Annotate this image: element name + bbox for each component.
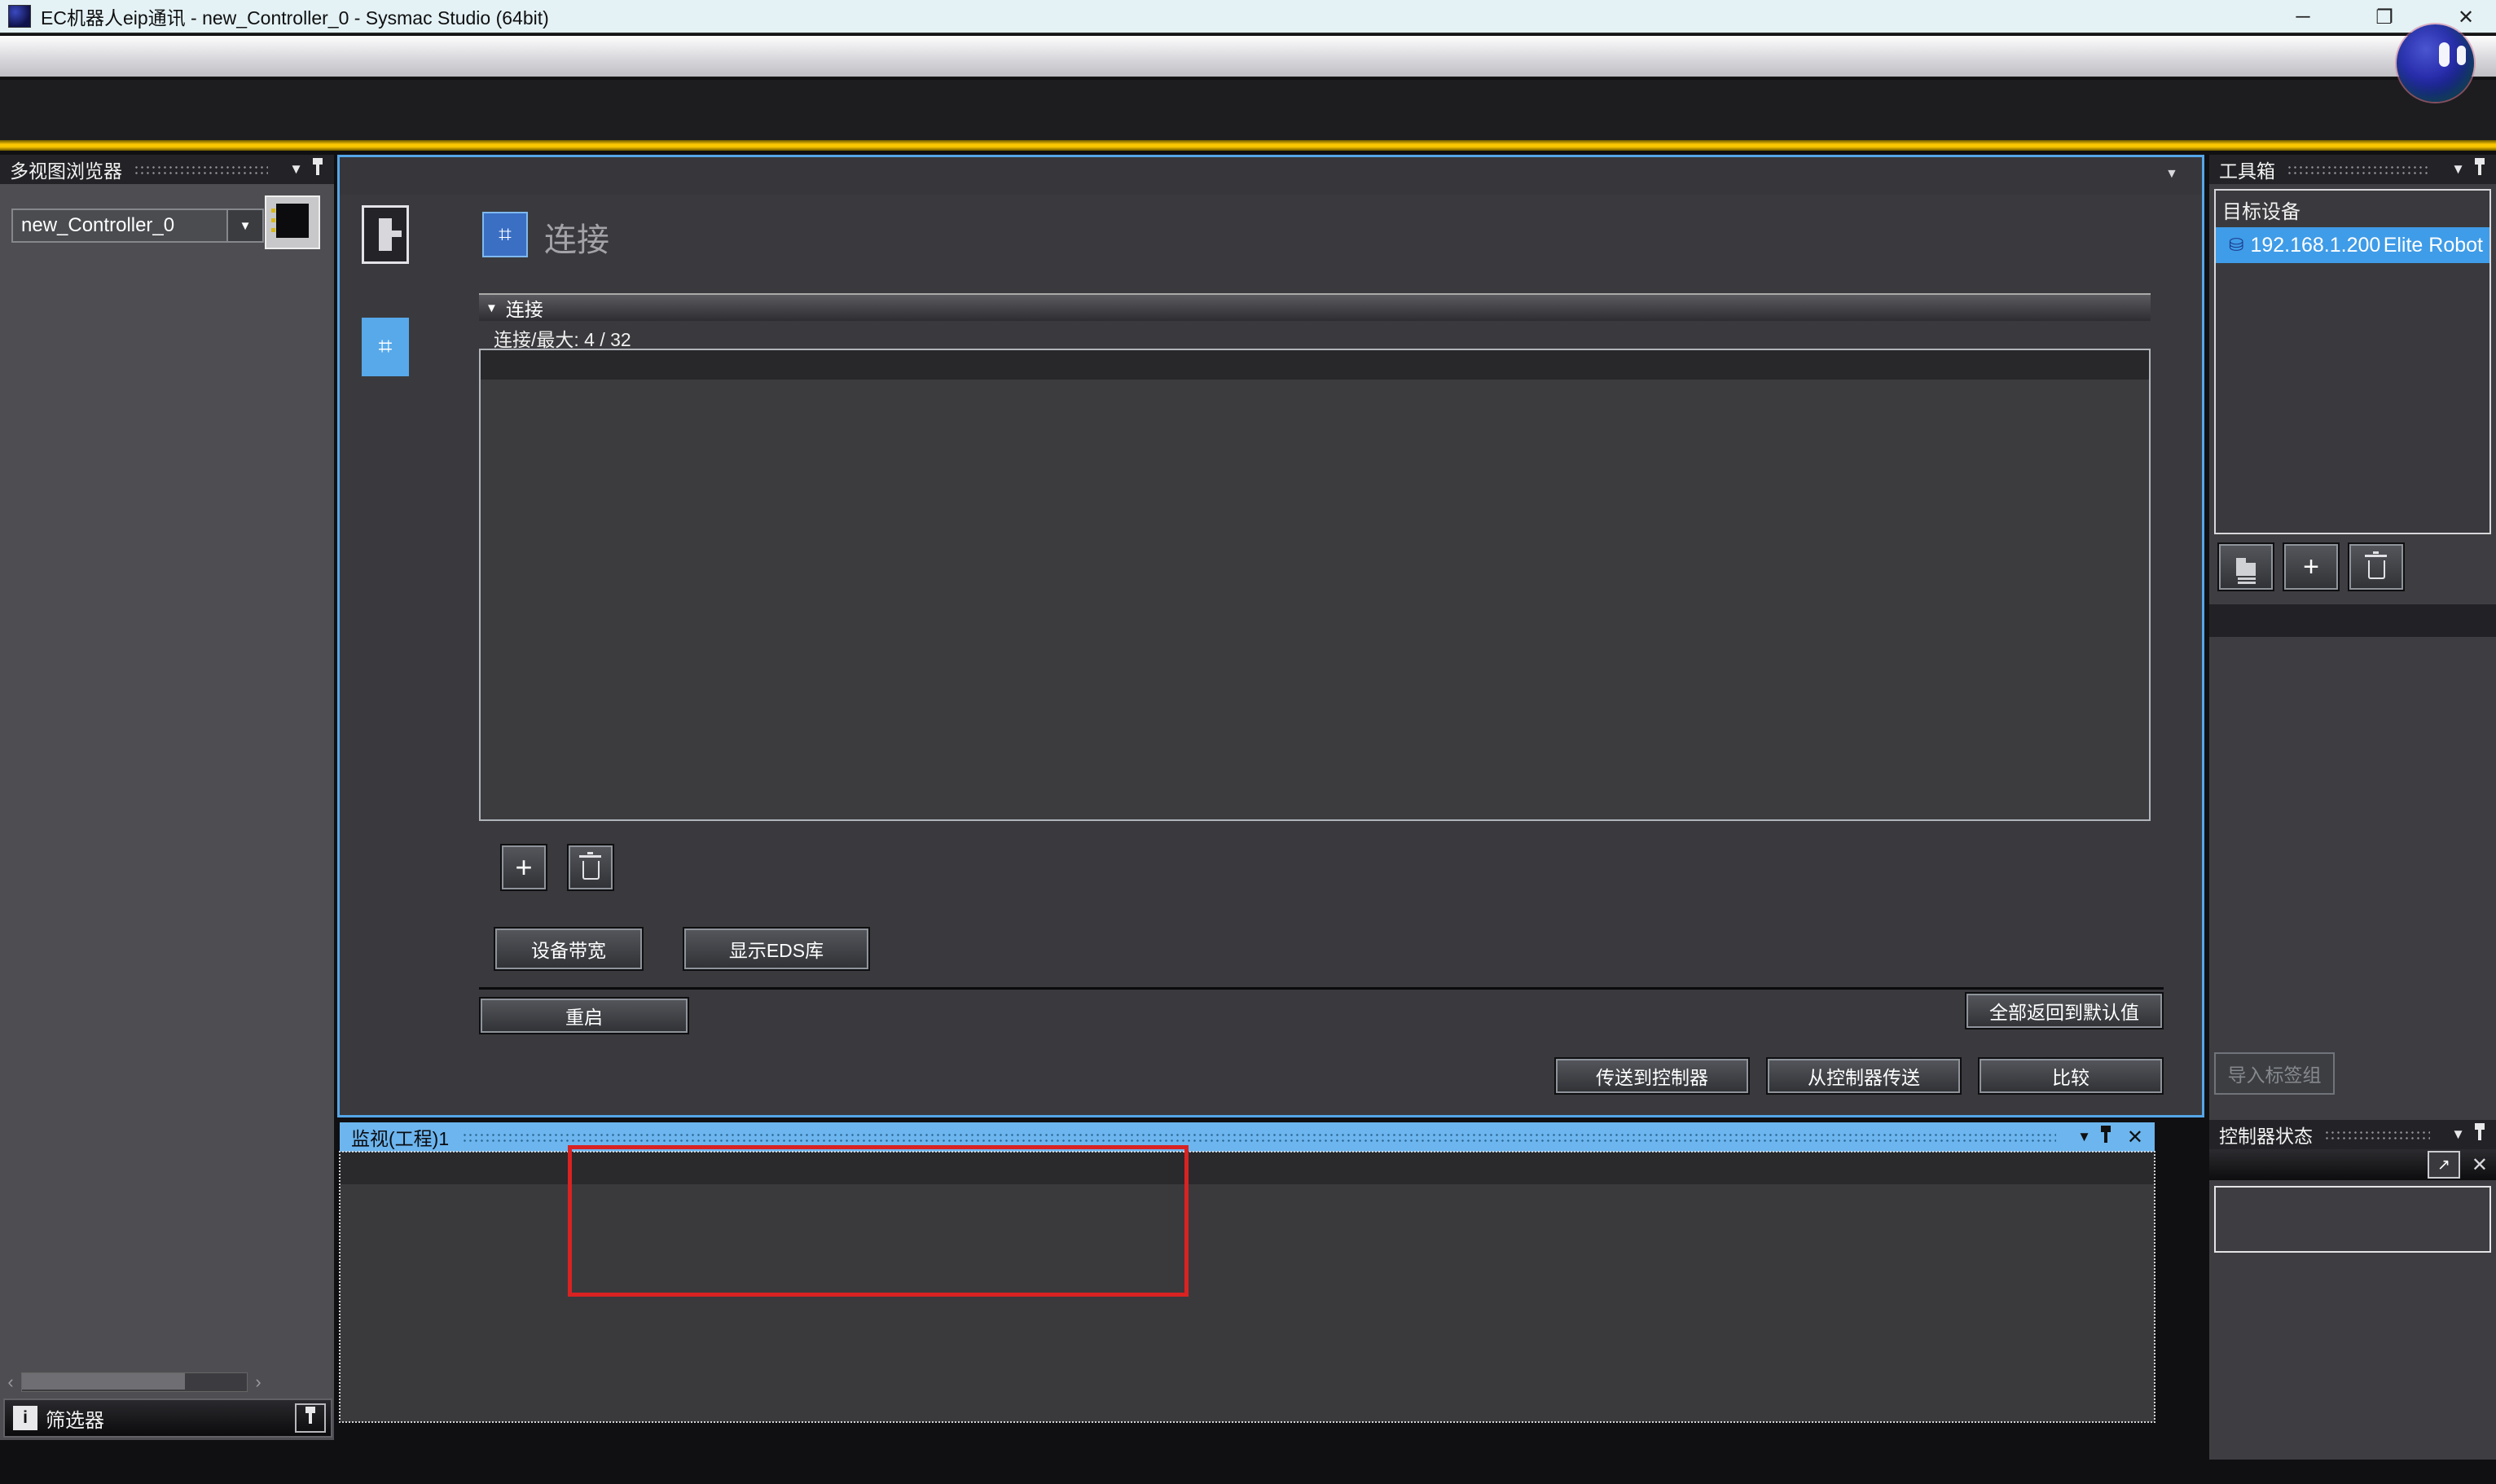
sidebar-hscrollbar[interactable]: ‹ › [0, 1370, 269, 1394]
target-device-item[interactable]: ⛁ 192.168.1.200 Elite Robot [2216, 227, 2489, 263]
variable-table-header [2209, 604, 2496, 637]
controller-status-header: 控制器状态 ▼ [2209, 1120, 2496, 1149]
device-bandwidth-button[interactable]: 设备带宽 [494, 927, 644, 971]
trash-icon [582, 861, 600, 880]
menu-bar [0, 36, 2496, 78]
transfer-from-controller-button[interactable]: 从控制器传送 [1766, 1057, 1962, 1095]
chevron-down-icon[interactable]: ▼ [226, 210, 262, 241]
connections-rail-icon[interactable]: ⌗ [362, 318, 409, 376]
pin-icon[interactable] [2478, 165, 2481, 175]
maximize-button[interactable]: ❐ [2371, 6, 2398, 29]
scroll-left-icon[interactable]: ‹ [0, 1372, 21, 1393]
panel-title: 工具箱 [2219, 156, 2275, 183]
divider [479, 987, 2164, 990]
drag-texture [462, 1132, 2056, 1142]
import-tag-sets-button[interactable] [2217, 542, 2274, 591]
show-eds-library-button[interactable]: 显示EDS库 [683, 927, 870, 971]
info-icon: i [13, 1406, 37, 1430]
chevron-down-icon[interactable]: ▼ [2451, 1126, 2465, 1143]
drag-texture [2287, 165, 2430, 174]
expand-icon[interactable]: ↗ [2428, 1151, 2460, 1179]
delete-connection-button[interactable] [567, 844, 614, 891]
sysmac-studio-window: EC机器人eip通讯 - new_Controller_0 - Sysmac S… [0, 0, 2496, 1484]
pin-icon[interactable] [2104, 1132, 2107, 1143]
online-status-bar [0, 140, 2496, 151]
annotation-red-rectangle [568, 1145, 1189, 1297]
sysmac-sphere-logo [2397, 24, 2474, 102]
device-tags-icon: ⛁ [2229, 235, 2243, 256]
collapse-arrow-icon[interactable]: ▼ [486, 301, 498, 315]
folder-import-icon [2236, 563, 2256, 576]
connection-section-header[interactable]: ▼ 连接 [479, 293, 2151, 321]
trash-icon [2368, 560, 2385, 579]
panel-title: 控制器状态 [2219, 1121, 2313, 1148]
controller-status-toolbar: ↗ ✕ [2209, 1149, 2496, 1180]
target-device-label: 目标设备 [2216, 191, 2489, 227]
import-tag-group-button[interactable]: 导入标签组 [2214, 1052, 2335, 1095]
transfer-to-controller-button[interactable]: 传送到控制器 [1554, 1057, 1750, 1095]
pin-icon[interactable] [316, 165, 319, 175]
drag-texture [134, 165, 268, 174]
minimize-button[interactable]: ─ [2289, 6, 2317, 29]
pin-icon[interactable] [295, 1403, 326, 1433]
close-icon[interactable]: ✕ [2472, 1153, 2488, 1177]
window-title: EC机器人eip通讯 - new_Controller_0 - Sysmac S… [41, 2, 549, 30]
connection-count-label: 连接/最大: 4 / 32 [494, 324, 631, 352]
connection-page-title: 连接 [544, 213, 609, 261]
close-button[interactable]: ✕ [2452, 6, 2480, 29]
app-icon [8, 5, 31, 28]
section-title: 连接 [506, 294, 543, 322]
controller-select[interactable]: new_Controller_0 ▼ [11, 209, 264, 243]
compare-button[interactable]: 比较 [1978, 1057, 2164, 1095]
add-connection-button[interactable]: + [500, 844, 547, 891]
title-bar: EC机器人eip通讯 - new_Controller_0 - Sysmac S… [0, 0, 2496, 34]
toolbar [0, 80, 2496, 140]
add-tag-button[interactable]: + [2283, 542, 2340, 591]
chevron-down-icon[interactable]: ▼ [289, 161, 303, 178]
eip-port-settings-rail-icon[interactable] [362, 205, 409, 264]
delete-tag-button[interactable] [2348, 542, 2405, 591]
controller-thumbnail [265, 195, 320, 249]
chevron-down-icon[interactable]: ▼ [2451, 161, 2465, 178]
device-name: Elite Robot [2384, 234, 2483, 257]
controller-status-box [2214, 1186, 2491, 1253]
close-icon[interactable]: ✕ [2127, 1126, 2143, 1149]
connection-table-header [481, 350, 2149, 380]
panel-title: 多视图浏览器 [10, 156, 122, 183]
multiview-explorer-header: 多视图浏览器 ▼ [0, 155, 334, 184]
filter-label: 筛选器 [46, 1404, 295, 1433]
scroll-right-icon[interactable]: › [248, 1372, 269, 1393]
filter-bar[interactable]: i 筛选器 [3, 1398, 332, 1438]
restart-button[interactable]: 重启 [479, 997, 689, 1034]
controller-select-value: new_Controller_0 [13, 214, 226, 237]
drag-texture [2324, 1130, 2430, 1139]
document-tab-bar [340, 157, 2202, 195]
watch-panel-title: 监视(工程)1 [351, 1123, 449, 1151]
pin-icon[interactable] [2478, 1130, 2481, 1140]
multiview-explorer-panel: 多视图浏览器 ▼ new_Controller_0 ▼ ‹ › i 筛选器 [0, 155, 334, 1440]
toolbox-header: 工具箱 ▼ [2209, 155, 2496, 184]
chevron-down-icon[interactable]: ▼ [2077, 1129, 2091, 1145]
target-device-box: 目标设备 ⛁ 192.168.1.200 Elite Robot [2214, 189, 2491, 534]
connection-table [479, 349, 2151, 821]
connection-page-icon: ⌗ [482, 212, 528, 257]
restore-defaults-button[interactable]: 全部返回到默认值 [1965, 992, 2164, 1030]
device-ip: 192.168.1.200 [2250, 234, 2380, 257]
